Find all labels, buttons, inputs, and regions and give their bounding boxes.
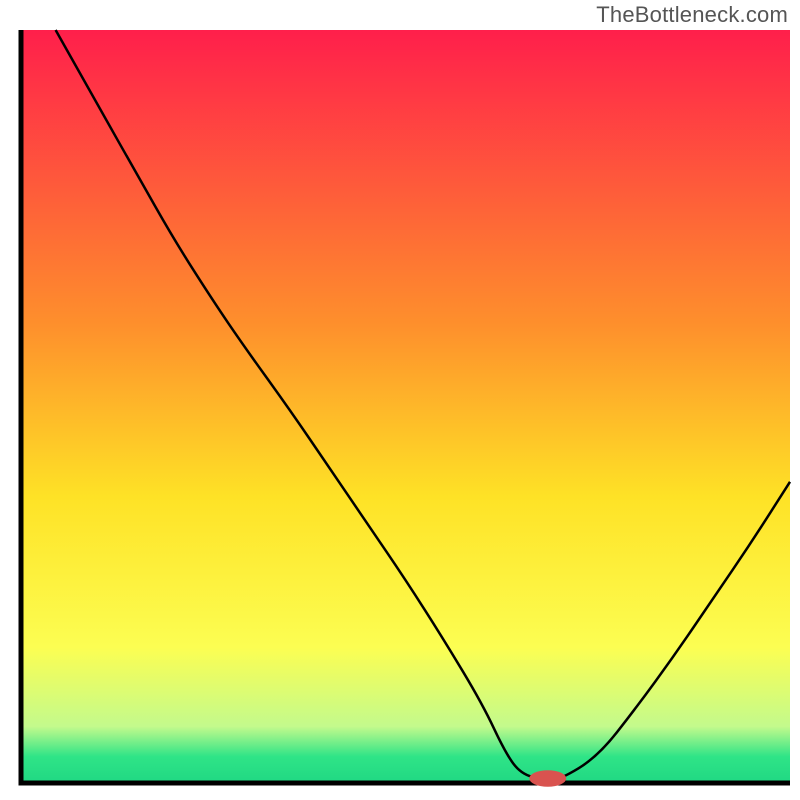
bottleneck-chart: TheBottleneck.com — [0, 0, 800, 800]
watermark-text: TheBottleneck.com — [596, 2, 788, 28]
optimal-marker — [529, 770, 566, 787]
plot-background — [21, 30, 790, 783]
chart-svg — [0, 0, 800, 800]
